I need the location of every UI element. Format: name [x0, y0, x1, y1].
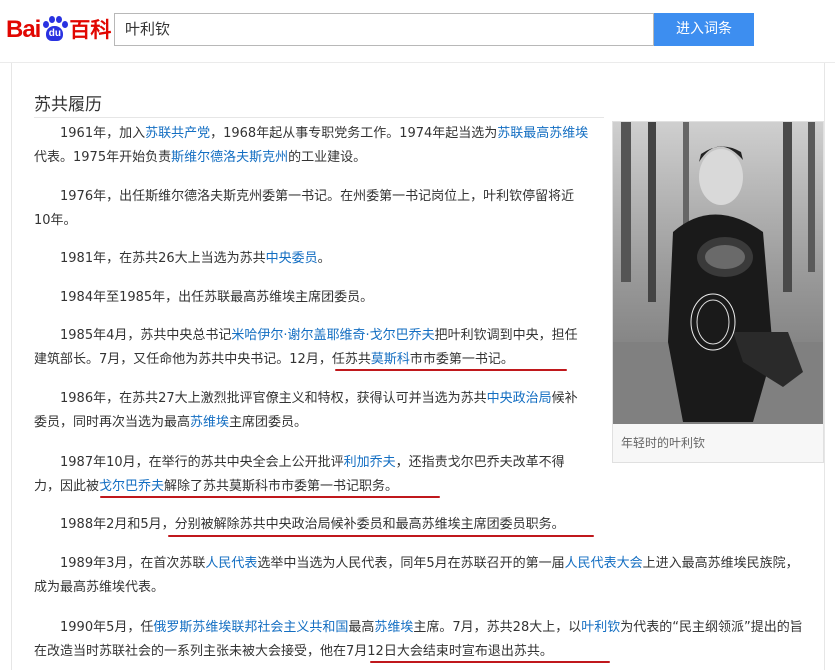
paragraph-text: 代表。1975年开始负责: [34, 150, 172, 165]
search-input[interactable]: 叶利钦: [114, 13, 654, 46]
entry-link[interactable]: 米哈伊尔·谢尔盖耶维奇·戈尔巴乔夫: [231, 328, 434, 343]
paragraph-1986: 1986年，在苏共27大上激烈批评官僚主义和特权，获得认可并当选为苏共中央政治局…: [34, 387, 590, 435]
content-right-border: [824, 63, 825, 670]
entry-link[interactable]: 俄罗斯苏维埃联邦社会主义共和国: [153, 620, 348, 635]
paragraph-text: 1986年，在苏共27大上激烈批评官僚主义和特权，获得认可并当选为苏共: [60, 391, 487, 406]
paragraph-text: 主席团委员。: [229, 415, 308, 430]
content-left-border: [11, 63, 12, 670]
section-divider: [34, 117, 604, 118]
paragraph-1984: 1984年至1985年，出任苏联最高苏维埃主席团委员。: [34, 286, 590, 310]
entry-link[interactable]: 人民代表: [205, 556, 257, 571]
paragraph-text: 选举中当选为人民代表，同年5月在苏联召开的第一届: [257, 556, 565, 571]
entry-link[interactable]: 中央委员: [266, 251, 318, 266]
highlight-underline-1987: [100, 496, 440, 498]
entry-link[interactable]: 苏维埃: [374, 620, 413, 635]
top-header: Bai du 百科 叶利钦 进入词条: [0, 0, 835, 62]
highlight-underline-1988: [168, 535, 594, 537]
paragraph-1985: 1985年4月，苏共中央总书记米哈伊尔·谢尔盖耶维奇·戈尔巴乔夫把叶利钦调到中央…: [34, 324, 590, 372]
paragraph-text: 。: [317, 251, 331, 266]
paragraph-text: 1987年10月，在举行的苏共中央全会上公开批评: [60, 455, 344, 470]
paragraph-1987: 1987年10月，在举行的苏共中央全会上公开批评利加乔夫，还指责戈尔巴乔夫改革不…: [34, 451, 590, 499]
enter-entry-button[interactable]: 进入词条: [654, 13, 754, 46]
entry-link[interactable]: 叶利钦: [581, 620, 620, 635]
paragraph-text: 解除了苏共莫斯科市市委第一书记职务。: [164, 479, 399, 494]
logo-text-bai: Bai: [6, 16, 41, 43]
paragraph-text: 最高: [348, 620, 375, 635]
paragraph-text: ，1968年起从事专职党务工作。1974年起当选为: [210, 126, 498, 141]
paragraph-text: 1989年3月，在首次苏联: [60, 556, 206, 571]
paragraph-text: 1961年，加入: [60, 126, 146, 141]
logo-text-baike: 百科: [69, 18, 112, 42]
paragraph-text: 1981年，在苏共26大上当选为苏共: [60, 251, 266, 266]
baidu-baike-logo[interactable]: Bai du 百科: [6, 12, 111, 42]
portrait-photo[interactable]: [613, 122, 823, 424]
entry-link[interactable]: 苏维埃: [190, 415, 229, 430]
paragraph-1976: 1976年，出任斯维尔德洛夫斯克州委第一书记。在州委第一书记岗位上，叶利钦停留将…: [34, 185, 590, 233]
paragraph-text: 的工业建设。: [288, 150, 367, 165]
section-title: 苏共履历: [34, 95, 102, 115]
highlight-underline-1985: [335, 369, 567, 371]
paragraph-1990: 1990年5月，任俄罗斯苏维埃联邦社会主义共和国最高苏维埃主席。7月，苏共28大…: [34, 616, 810, 664]
paragraph-text: 1976年，出任斯维尔德洛夫斯克州委第一书记。在州委第一书记岗位上，叶利钦停留将…: [34, 189, 575, 228]
portrait-figure[interactable]: 年轻时的叶利钦: [612, 121, 824, 463]
entry-link[interactable]: 中央政治局: [487, 391, 552, 406]
paragraph-text: 主席。7月，苏共28大上，以: [413, 620, 582, 635]
header-divider: [0, 62, 835, 63]
highlight-underline-1990: [370, 661, 610, 663]
paragraph-text: 1988年2月和5月，分别被解除苏共中央政治局候补委员和最高苏维埃主席团委员职务…: [60, 517, 565, 532]
entry-link[interactable]: 斯维尔德洛夫斯克州: [171, 150, 288, 165]
paragraph-1981: 1981年，在苏共26大上当选为苏共中央委员。: [34, 247, 590, 271]
paw-icon: du: [41, 16, 69, 42]
paragraph-1961: 1961年，加入苏联共产党，1968年起从事专职党务工作。1974年起当选为苏联…: [34, 122, 590, 170]
entry-link[interactable]: 苏联最高苏维埃: [497, 126, 588, 141]
logo-text-du: du: [46, 26, 64, 41]
paragraph-text: 1985年4月，苏共中央总书记: [60, 328, 232, 343]
paragraph-1988: 1988年2月和5月，分别被解除苏共中央政治局候补委员和最高苏维埃主席团委员职务…: [34, 513, 590, 537]
paragraph-text: 1990年5月，任: [60, 620, 154, 635]
entry-link[interactable]: 莫斯科: [371, 352, 410, 367]
entry-link[interactable]: 人民代表大会: [565, 556, 643, 571]
paragraph-1989: 1989年3月，在首次苏联人民代表选举中当选为人民代表，同年5月在苏联召开的第一…: [34, 552, 810, 600]
entry-link[interactable]: 苏联共产党: [145, 126, 210, 141]
figure-caption: 年轻时的叶利钦: [621, 436, 706, 450]
paragraph-text: 市市委第一书记。: [409, 352, 514, 367]
paragraph-text: 1984年至1985年，出任苏联最高苏维埃主席团委员。: [60, 290, 374, 305]
entry-link[interactable]: 利加乔夫: [344, 455, 396, 470]
entry-link[interactable]: 戈尔巴乔夫: [99, 479, 164, 494]
